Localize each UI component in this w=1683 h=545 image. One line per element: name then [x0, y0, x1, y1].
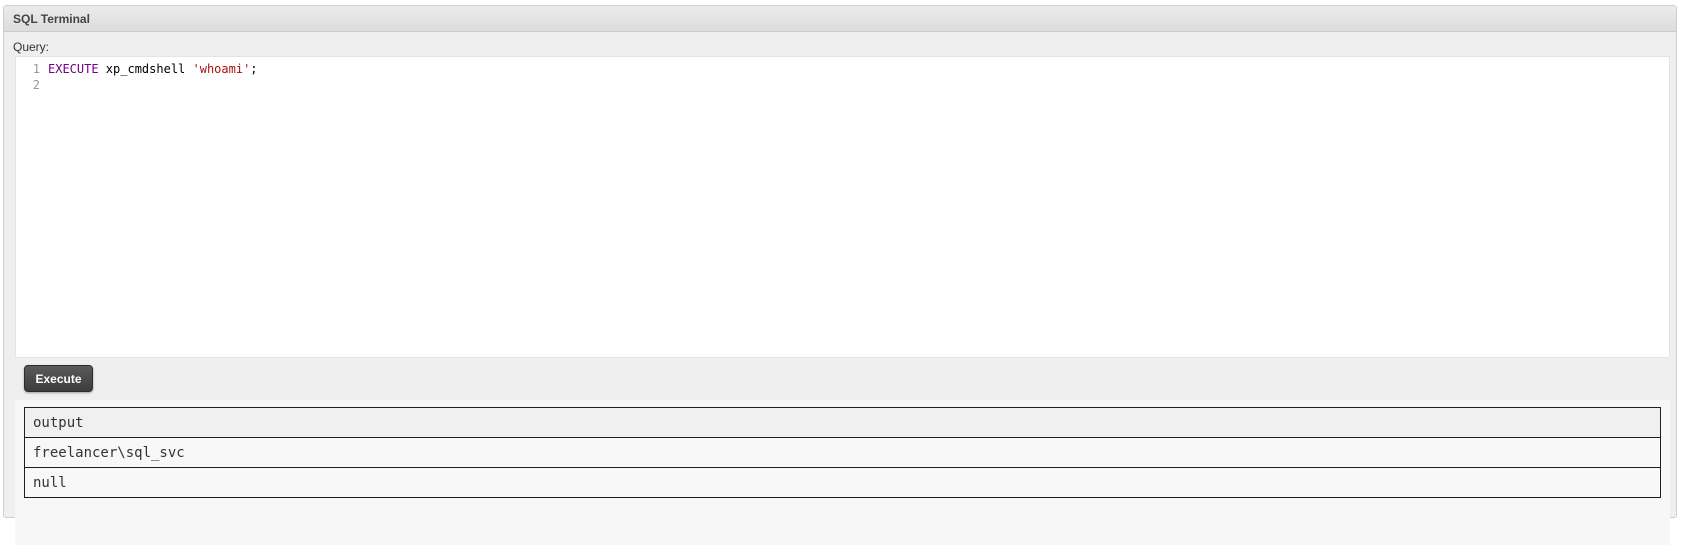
query-label: Query:: [13, 40, 50, 54]
execute-button[interactable]: Execute: [24, 365, 93, 392]
sql-terminal-panel: SQL Terminal Query: 1 EXECUTE xp_cmdshel…: [3, 5, 1677, 545]
sql-keyword: EXECUTE: [48, 62, 99, 76]
table-row: freelancer\sql_svc: [24, 437, 1661, 468]
editor-line: 2: [16, 77, 1669, 93]
line-number: 2: [32, 78, 40, 92]
editor-line: 1 EXECUTE xp_cmdshell 'whoami';: [16, 61, 1669, 77]
column-header-output: output: [24, 407, 1661, 438]
table-cell: freelancer\sql_svc: [24, 437, 1661, 468]
results-table: output freelancer\sql_svc null: [24, 407, 1661, 498]
query-editor[interactable]: 1 EXECUTE xp_cmdshell 'whoami'; 2: [15, 56, 1670, 358]
sql-string: 'whoami': [192, 62, 251, 76]
results-area: output freelancer\sql_svc null: [15, 400, 1670, 545]
sql-text: xp_cmdshell: [98, 62, 193, 76]
table-cell: null: [24, 467, 1661, 498]
table-row: null: [24, 467, 1661, 498]
sql-terminator: ;: [250, 62, 258, 76]
line-number: 1: [32, 62, 40, 76]
panel-title: SQL Terminal: [4, 6, 1676, 32]
code-line[interactable]: EXECUTE xp_cmdshell 'whoami';: [48, 61, 258, 77]
results-header-row: output: [24, 407, 1661, 438]
